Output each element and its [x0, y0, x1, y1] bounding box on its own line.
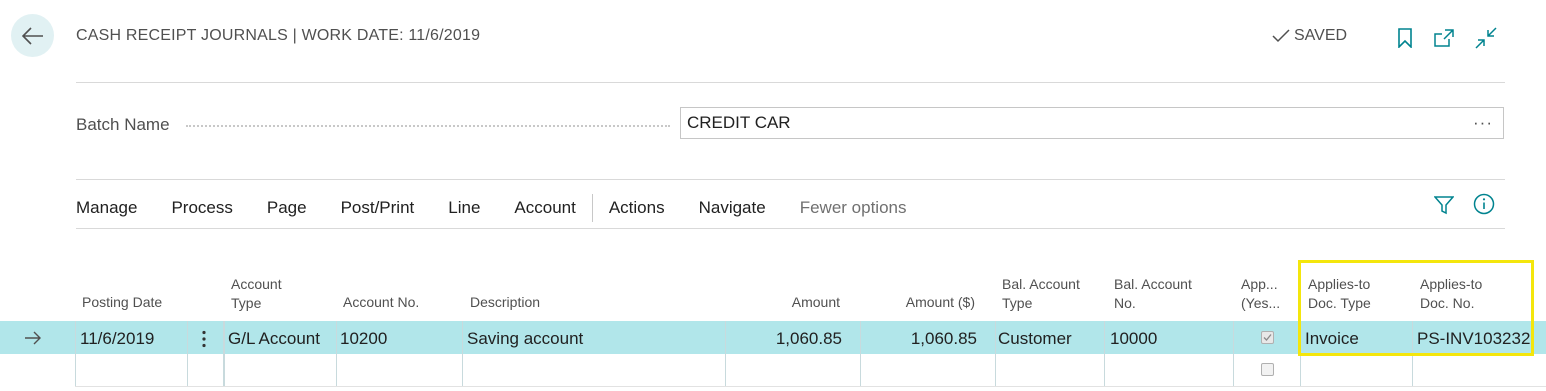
menu-page[interactable]: Page [267, 198, 307, 218]
col-account-type[interactable]: Account Type [231, 275, 282, 313]
batch-name-field[interactable]: CREDIT CAR ··· [680, 107, 1504, 139]
vertical-ellipsis-icon [202, 330, 206, 348]
info-icon [1473, 193, 1495, 215]
menu-account[interactable]: Account [514, 198, 575, 218]
applied-checkbox-empty-row[interactable] [1261, 363, 1274, 376]
action-bar: Manage Process Page Post/Print Line Acco… [76, 194, 906, 222]
cell-amount-usd[interactable]: 1,060.85 [864, 329, 977, 349]
field-divider [76, 179, 1505, 180]
col-account-type-line1: Account [231, 276, 282, 292]
col-applied-line1: App... [1241, 276, 1278, 292]
col-applied-line2: (Yes... [1241, 295, 1281, 311]
menu-navigate[interactable]: Navigate [699, 198, 766, 218]
cell-posting-date[interactable]: 11/6/2019 [80, 329, 154, 349]
menu-process[interactable]: Process [171, 198, 232, 218]
batch-lookup-button[interactable]: ··· [1473, 113, 1493, 133]
cell-description[interactable]: Saving account [467, 329, 583, 349]
applied-checkbox[interactable] [1261, 331, 1274, 344]
col-amount[interactable]: Amount [760, 293, 840, 312]
back-arrow-icon [21, 26, 43, 45]
menu-line[interactable]: Line [448, 198, 480, 218]
col-separator [995, 321, 996, 387]
fewer-options-button[interactable]: Fewer options [800, 198, 907, 218]
menu-manage[interactable]: Manage [76, 198, 137, 218]
row-arrow-icon [25, 331, 41, 345]
back-button[interactable] [11, 14, 54, 57]
col-separator [1104, 321, 1105, 387]
col-bal-no-line2: No. [1114, 295, 1136, 311]
cell-amount[interactable]: 1,060.85 [730, 329, 842, 349]
col-bal-type-line2: Type [1002, 295, 1033, 311]
row-menu-button[interactable] [200, 330, 208, 353]
menu-actions[interactable]: Actions [609, 198, 665, 218]
col-account-type-line2: Type [231, 295, 262, 311]
col-separator [75, 321, 76, 387]
filter-icon [1434, 196, 1454, 215]
bookmark-icon [1398, 28, 1412, 48]
collapse-icon [1475, 27, 1497, 49]
info-button[interactable] [1472, 192, 1496, 216]
menu-separator [591, 194, 593, 222]
highlight-box [1298, 260, 1534, 356]
col-separator [462, 321, 463, 387]
col-separator [223, 321, 225, 387]
bookmark-button[interactable] [1393, 26, 1417, 50]
cell-account-type[interactable]: G/L Account [228, 329, 320, 349]
cell-bal-account-no[interactable]: 10000 [1110, 329, 1157, 349]
current-row-indicator [24, 331, 42, 350]
cell-account-no[interactable]: 10200 [340, 329, 387, 349]
open-new-window-button[interactable] [1432, 26, 1456, 50]
col-bal-type-line1: Bal. Account [1002, 276, 1080, 292]
open-in-new-window-icon [1434, 29, 1454, 47]
filter-button[interactable] [1432, 193, 1456, 217]
col-separator [336, 321, 337, 387]
col-bal-account-no[interactable]: Bal. Account No. [1114, 275, 1192, 313]
saved-status: SAVED [1272, 27, 1347, 45]
checkmark-icon [1272, 29, 1290, 43]
col-account-no[interactable]: Account No. [343, 293, 419, 312]
col-bal-account-type[interactable]: Bal. Account Type [1002, 275, 1080, 313]
saved-label: SAVED [1294, 27, 1348, 44]
cell-bal-account-type[interactable]: Customer [998, 329, 1072, 349]
page-title: CASH RECEIPT JOURNALS | WORK DATE: 11/6/… [76, 27, 481, 44]
col-separator [725, 321, 726, 387]
field-leader-dots [186, 125, 670, 127]
menu-divider [76, 228, 1505, 229]
col-bal-no-line1: Bal. Account [1114, 276, 1192, 292]
batch-name-label: Batch Name [76, 115, 170, 134]
row-divider [75, 386, 1546, 387]
col-separator [860, 321, 861, 387]
col-applied[interactable]: App... (Yes... [1241, 275, 1280, 313]
col-description[interactable]: Description [470, 293, 540, 312]
collapse-button[interactable] [1474, 26, 1498, 50]
col-separator [187, 321, 188, 387]
menu-post-print[interactable]: Post/Print [341, 198, 415, 218]
header-divider [76, 82, 1505, 83]
batch-name-value: CREDIT CAR [687, 113, 791, 132]
col-posting-date[interactable]: Posting Date [82, 293, 162, 312]
col-amount-usd[interactable]: Amount ($) [880, 293, 975, 312]
col-separator [1233, 321, 1234, 387]
checkmark-icon [1263, 334, 1272, 341]
